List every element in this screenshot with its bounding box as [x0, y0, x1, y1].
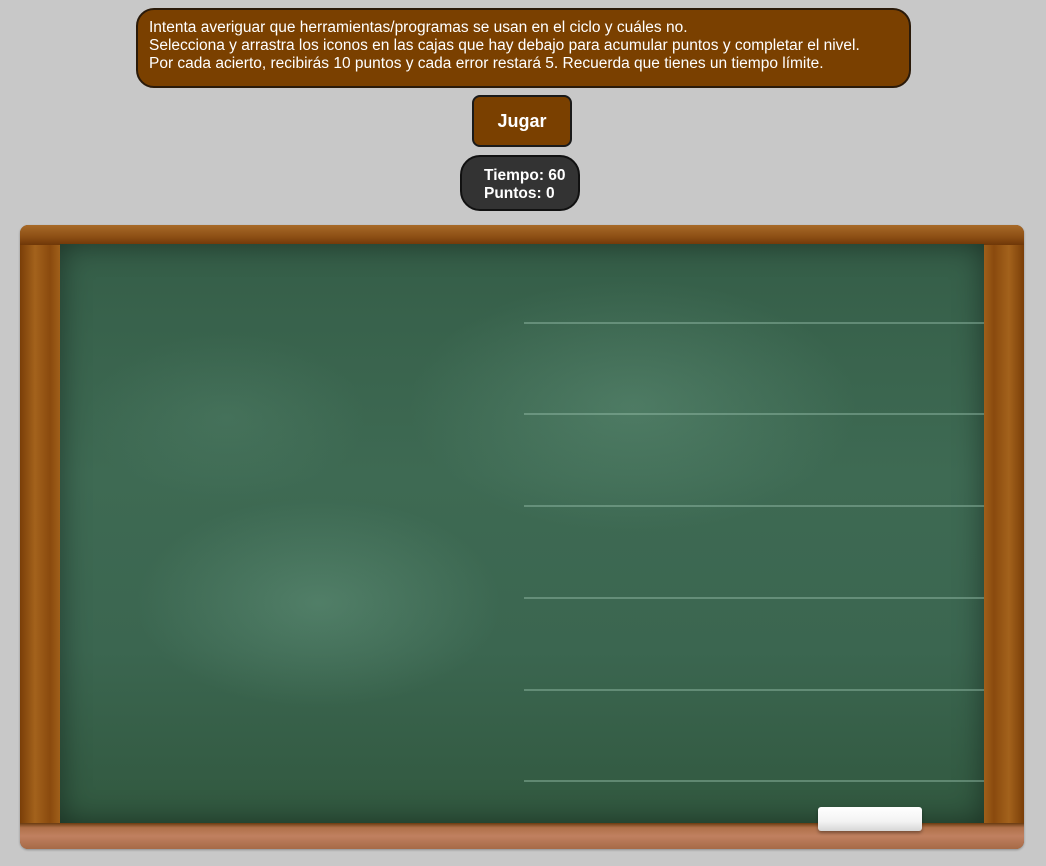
- chalkboard-frame-top: [20, 225, 1024, 245]
- chalk-line: [524, 689, 984, 691]
- chalkboard-surface: [60, 244, 984, 823]
- chalk-line: [524, 413, 984, 415]
- instructions-line-2: Selecciona y arrastra los iconos en las …: [149, 37, 860, 54]
- chalk-line: [524, 597, 984, 599]
- status-panel: Tiempo: 60 Puntos: 0: [460, 155, 580, 211]
- instructions-line-3: Por cada acierto, recibirás 10 puntos y …: [149, 55, 824, 72]
- instructions-panel: Intenta averiguar que herramientas/progr…: [136, 8, 911, 88]
- play-button[interactable]: Jugar: [472, 95, 572, 147]
- eraser-icon: [818, 807, 922, 831]
- instructions-line-1: Intenta averiguar que herramientas/progr…: [149, 19, 688, 36]
- chalk-line: [524, 322, 984, 324]
- chalkboard: [20, 225, 1024, 849]
- chalk-line: [524, 780, 984, 782]
- chalk-line: [524, 505, 984, 507]
- time-display: Tiempo: 60: [484, 167, 566, 184]
- points-display: Puntos: 0: [484, 185, 555, 202]
